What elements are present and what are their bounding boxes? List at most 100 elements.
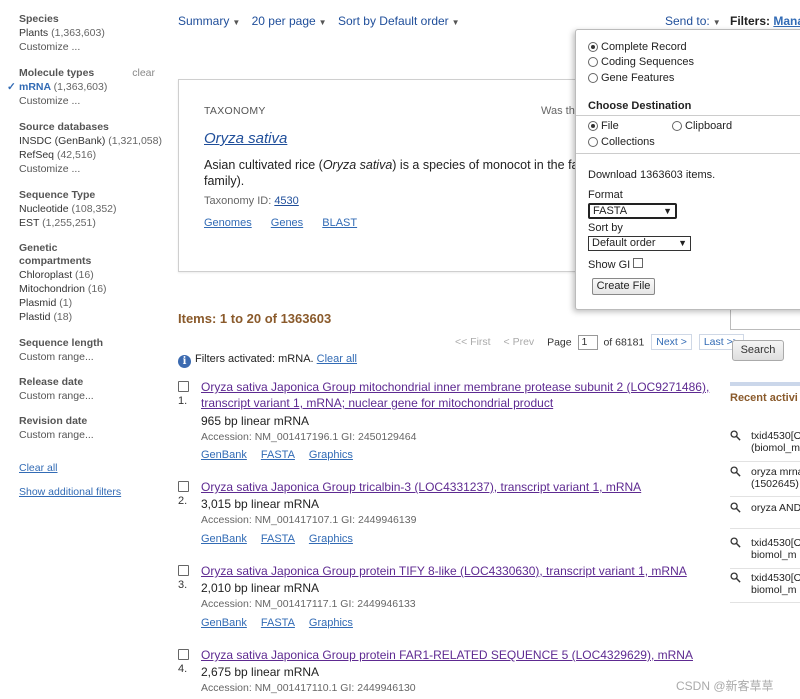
blast-link[interactable]: BLAST (322, 217, 357, 229)
search-icon (730, 502, 741, 513)
customize-link[interactable]: Customize ... (19, 40, 161, 54)
filter-group-title: Release date (19, 376, 84, 388)
result-checkbox[interactable] (178, 381, 189, 392)
display-settings-toolbar: Summary ▼ 20 per page ▼ Sort by Default or… (178, 14, 468, 28)
page-number-input[interactable]: 1 (577, 335, 598, 350)
filter-item-refseq[interactable]: RefSeq (42,516) (19, 148, 161, 162)
genes-link[interactable]: Genes (271, 217, 303, 229)
filter-group-title: Species (19, 13, 59, 25)
result-accession: Accession: NM_001417117.1 GI: 2449946133 (201, 598, 416, 610)
filter-item-mrna[interactable]: ✓ mRNA (1,363,603) (7, 80, 161, 94)
result-title-link[interactable]: Oryza sativa Japonica Group mitochondria… (201, 379, 711, 411)
clear-all-link[interactable]: Clear all (317, 353, 357, 365)
gene-features-radio[interactable]: Gene Features (588, 72, 674, 84)
genbank-link[interactable]: GenBank (201, 533, 247, 545)
filter-item-est[interactable]: EST (1,255,251) (19, 216, 161, 230)
format-label: Format (588, 189, 623, 201)
choose-destination-heading: Choose Destination (588, 100, 692, 112)
filter-group-title: Genetic compartments (19, 242, 92, 267)
prev-page-link[interactable]: < Prev (504, 336, 535, 348)
filter-item-chloroplast[interactable]: Chloroplast (16) (19, 268, 119, 282)
show-gi-checkbox[interactable] (633, 258, 643, 268)
genbank-link[interactable]: GenBank (201, 449, 247, 461)
result-number: 2. (178, 495, 188, 507)
filter-item-mitochondrion[interactable]: Mitochondrion (16) (19, 282, 119, 296)
result-checkbox[interactable] (178, 565, 189, 576)
result-accession: Accession: NM_001417196.1 GI: 2450129464 (201, 431, 417, 443)
filters-activated-notice: i Filters activated: mRNA. Clear all (178, 353, 357, 368)
filter-group-sequence-type: Sequence Type Nucleotide (108,352) EST (… (19, 189, 161, 230)
filter-item-plasmid[interactable]: Plasmid (1) (19, 296, 119, 310)
collections-radio[interactable]: Collections (588, 136, 655, 148)
show-gi-label: Show GI (588, 259, 631, 271)
manage-filters-link[interactable]: Manag (773, 14, 800, 28)
next-page-button[interactable]: Next > (651, 334, 692, 351)
sort-dropdown[interactable]: Sort by Default order ▼ (338, 14, 460, 28)
result-title-link[interactable]: Oryza sativa Japonica Group tricalbin-3 … (201, 479, 711, 495)
graphics-link[interactable]: Graphics (309, 449, 353, 461)
coding-sequences-radio[interactable]: Coding Sequences (588, 56, 694, 68)
format-select[interactable]: FASTA ▼ (588, 203, 677, 219)
caret-down-icon: ▼ (318, 18, 327, 27)
filter-item-insdc[interactable]: INSDC (GenBank) (1,321,058) (19, 134, 162, 148)
filter-item-nucleotide[interactable]: Nucleotide (108,352) (19, 202, 161, 216)
watermark: CSDN @新客草草 (676, 679, 774, 693)
filter-group-sequence-length: Sequence length Custom range... (19, 337, 161, 364)
send-to-dropdown[interactable]: Send to: ▼ (665, 14, 721, 28)
filter-item-plants[interactable]: Plants (1,363,603) (19, 26, 161, 40)
taxonomy-description: Asian cultivated rice (Oryza sativa) is … (204, 158, 579, 188)
complete-record-radio[interactable]: Complete Record (588, 41, 687, 53)
result-title-link[interactable]: Oryza sativa Japonica Group protein FAR1… (201, 647, 711, 663)
recent-activity-title: Recent activi (730, 392, 798, 404)
caret-down-icon: ▼ (712, 18, 721, 27)
sort-select[interactable]: Default order ▼ (588, 236, 691, 251)
filter-item-plastid[interactable]: Plastid (18) (19, 310, 119, 324)
per-page-dropdown[interactable]: 20 per page ▼ (252, 14, 327, 28)
result-links: GenBank FASTA Graphics (201, 449, 367, 461)
custom-range-link[interactable]: Custom range... (19, 389, 161, 403)
result-checkbox[interactable] (178, 481, 189, 492)
graphics-link[interactable]: Graphics (309, 533, 353, 545)
clipboard-radio[interactable]: Clipboard (672, 120, 732, 132)
customize-link[interactable]: Customize ... (19, 94, 161, 108)
download-count-text: Download 1363603 items. (588, 169, 716, 181)
customize-link[interactable]: Customize ... (19, 162, 161, 176)
fasta-link[interactable]: FASTA (261, 533, 295, 545)
items-count-heading: Items: 1 to 20 of 1363603 (178, 311, 332, 326)
was-this-helpful-text: Was th (541, 105, 575, 117)
search-button[interactable]: Search (732, 340, 784, 361)
result-checkbox[interactable] (178, 649, 189, 660)
taxonomy-id-link[interactable]: 4530 (274, 195, 298, 207)
result-item: 4. Oryza sativa Japonica Group protein F… (178, 647, 718, 699)
taxonomy-id: Taxonomy ID: 4530 (204, 195, 299, 207)
check-icon: ✓ (7, 81, 16, 93)
filter-group-revision-date: Revision date Custom range... (19, 415, 161, 442)
graphics-link[interactable]: Graphics (309, 617, 353, 629)
summary-dropdown[interactable]: Summary ▼ (178, 14, 240, 28)
genomes-link[interactable]: Genomes (204, 217, 252, 229)
filter-group-title: Molecule types (19, 67, 95, 79)
result-title-link[interactable]: Oryza sativa Japonica Group protein TIFY… (201, 563, 711, 579)
genbank-link[interactable]: GenBank (201, 617, 247, 629)
fasta-link[interactable]: FASTA (261, 617, 295, 629)
search-icon (730, 430, 741, 441)
result-accession: Accession: NM_001417107.1 GI: 2449946139 (201, 514, 417, 526)
filter-group-title: Sequence Type (19, 189, 96, 201)
create-file-button[interactable]: Create File (592, 278, 655, 295)
taxonomy-title-link[interactable]: Oryza sativa (204, 130, 287, 147)
filter-group-title: Source databases (19, 121, 109, 133)
caret-down-icon: ▼ (232, 18, 241, 27)
filters-header: Filters: Manag (730, 14, 800, 28)
result-number: 4. (178, 663, 188, 675)
clear-filter-link[interactable]: clear (132, 67, 155, 80)
custom-range-link[interactable]: Custom range... (19, 428, 161, 442)
taxonomy-links: Genomes Genes BLAST (204, 217, 373, 229)
send-to-popup: Complete Record Coding Sequences Gene Fe… (575, 29, 800, 310)
show-additional-filters-link[interactable]: Show additional filters (19, 486, 121, 498)
first-page-link[interactable]: << First (455, 336, 491, 348)
file-radio[interactable]: File (588, 120, 619, 132)
custom-range-link[interactable]: Custom range... (19, 350, 161, 364)
result-item: 3. Oryza sativa Japonica Group protein T… (178, 563, 718, 633)
fasta-link[interactable]: FASTA (261, 449, 295, 461)
clear-all-filters-link[interactable]: Clear all (19, 462, 58, 474)
